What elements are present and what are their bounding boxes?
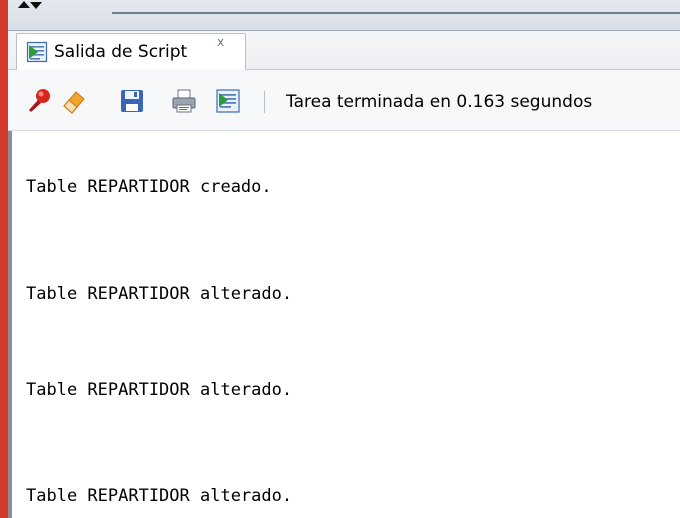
toolbar-separator xyxy=(264,91,265,113)
script-icon[interactable] xyxy=(214,87,242,115)
script-output-window: Salida de Script x Tarea terminada en 0.… xyxy=(0,0,680,518)
output-line: Table REPARTIDOR alterado. xyxy=(26,284,293,304)
window-edge-highlight xyxy=(0,0,8,518)
eraser-icon[interactable] xyxy=(60,87,88,115)
tab-label: Salida de Script xyxy=(54,42,188,62)
print-icon[interactable] xyxy=(170,87,198,115)
splitter-line xyxy=(112,12,680,14)
pin-icon[interactable] xyxy=(26,87,54,115)
tab-close-icon[interactable]: x xyxy=(217,34,224,50)
output-line: Table REPARTIDOR creado. xyxy=(26,177,272,197)
save-icon[interactable] xyxy=(118,87,146,115)
output-line: Table REPARTIDOR alterado. xyxy=(26,486,293,506)
status-text: Tarea terminada en 0.163 segundos xyxy=(286,92,593,112)
script-output-icon xyxy=(26,41,48,63)
panel-resize-arrows-icon[interactable] xyxy=(16,0,42,14)
panel-splitter[interactable] xyxy=(8,0,680,31)
output-line: Table REPARTIDOR alterado. xyxy=(26,380,293,400)
